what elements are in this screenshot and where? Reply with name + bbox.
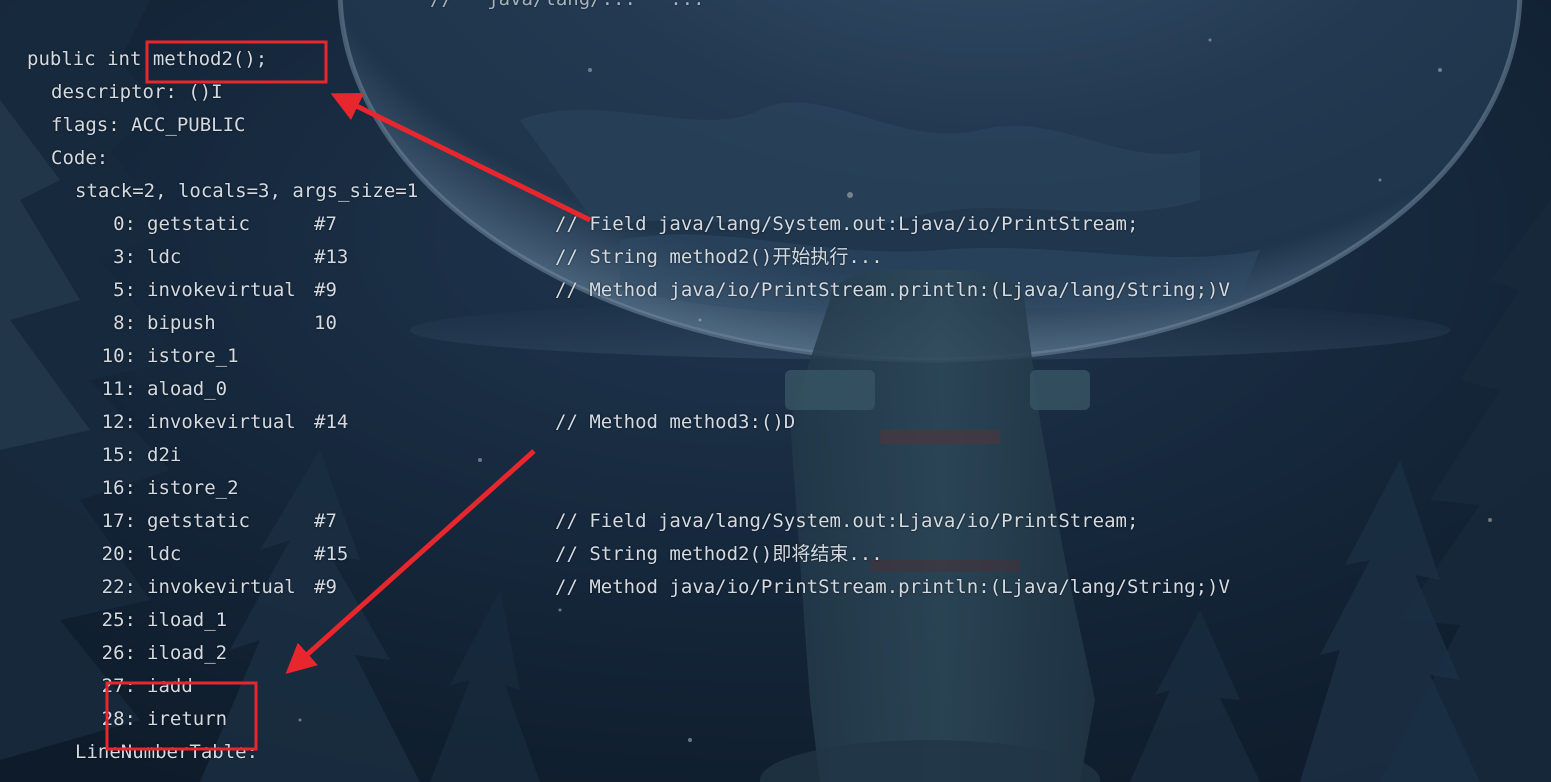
instruction-offset: 12: — [101, 411, 136, 433]
descriptor: descriptor: ()I — [51, 81, 223, 103]
instruction-comment: // Method method3:()D — [555, 411, 796, 433]
code-label: Code: — [51, 147, 109, 169]
instruction-offset: 16: — [101, 477, 136, 499]
instruction-opcode: aload_0 — [147, 378, 228, 400]
instruction-opcode: ldc — [147, 246, 182, 268]
instruction-offset: 10: — [101, 345, 136, 367]
stack-info-line: stack=2, locals=3, args_size=1 — [0, 175, 418, 208]
instruction-argument: #7 — [314, 510, 337, 532]
instruction-offset: 0: — [113, 213, 136, 235]
instruction-offset: 11: — [101, 378, 136, 400]
instruction-offset: 5: — [113, 279, 136, 301]
stack-info: stack=2, locals=3, args_size=1 — [75, 180, 419, 202]
instruction-opcode: d2i — [147, 444, 182, 466]
instruction-opcode: bipush — [147, 312, 216, 334]
instruction-comment: // Field java/lang/System.out:Ljava/io/P… — [555, 510, 1139, 532]
code-line-top-fragment: // java/lang/... ... — [0, 0, 705, 16]
instruction-offset: 15: — [101, 444, 136, 466]
instruction-offset: 20: — [101, 543, 136, 565]
line-number-table-label: LineNumberTable: — [75, 741, 259, 763]
instruction-opcode: invokevirtual — [147, 279, 296, 301]
code-label-line: Code: — [0, 142, 108, 175]
instruction-argument: #14 — [314, 411, 349, 433]
instruction-argument: #13 — [314, 246, 349, 268]
instruction-offset: 8: — [113, 312, 136, 334]
instruction-offset: 26: — [101, 642, 136, 664]
instruction-opcode: iload_1 — [147, 609, 228, 631]
instruction-opcode: invokevirtual — [147, 411, 296, 433]
instruction-comment: // Method java/io/PrintStream.println:(L… — [555, 279, 1230, 301]
instruction-opcode: iload_2 — [147, 642, 228, 664]
instruction-offset: 17: — [101, 510, 136, 532]
instruction-offset: 25: — [101, 609, 136, 631]
method-header: public int method2(); — [27, 48, 268, 70]
instruction-opcode: iadd — [147, 675, 193, 697]
instruction-argument: #7 — [314, 213, 337, 235]
instruction-comment: // String method2()即将结束... — [555, 543, 883, 565]
bytecode-listing: // java/lang/... ... public int method2(… — [0, 0, 1551, 782]
instruction-argument: #9 — [314, 279, 337, 301]
instruction-offset: 27: — [101, 675, 136, 697]
instruction-comment: // Field java/lang/System.out:Ljava/io/P… — [555, 213, 1139, 235]
instruction-opcode: getstatic — [147, 510, 250, 532]
instruction-argument: 10 — [314, 312, 337, 334]
instruction-comment: // Method java/io/PrintStream.println:(L… — [555, 576, 1230, 598]
instruction-argument: #9 — [314, 576, 337, 598]
method-header-line: public int method2(); — [0, 43, 267, 76]
descriptor-line: descriptor: ()I — [0, 76, 223, 109]
instruction-opcode: ireturn — [147, 708, 228, 730]
instruction-argument: #15 — [314, 543, 349, 565]
flags-line: flags: ACC_PUBLIC — [0, 109, 245, 142]
top-fragment-text: // java/lang/... ... — [430, 0, 705, 16]
instruction-opcode: getstatic — [147, 213, 250, 235]
instruction-opcode: istore_2 — [147, 477, 239, 499]
flags: flags: ACC_PUBLIC — [51, 114, 246, 136]
instruction-offset: 3: — [113, 246, 136, 268]
instruction-opcode: invokevirtual — [147, 576, 296, 598]
instruction-opcode: ldc — [147, 543, 182, 565]
instruction-offset: 28: — [101, 708, 136, 730]
instruction-comment: // String method2()开始执行... — [555, 246, 883, 268]
instruction-opcode: istore_1 — [147, 345, 239, 367]
line-number-table-line: LineNumberTable: — [0, 736, 258, 769]
instruction-offset: 22: — [101, 576, 136, 598]
